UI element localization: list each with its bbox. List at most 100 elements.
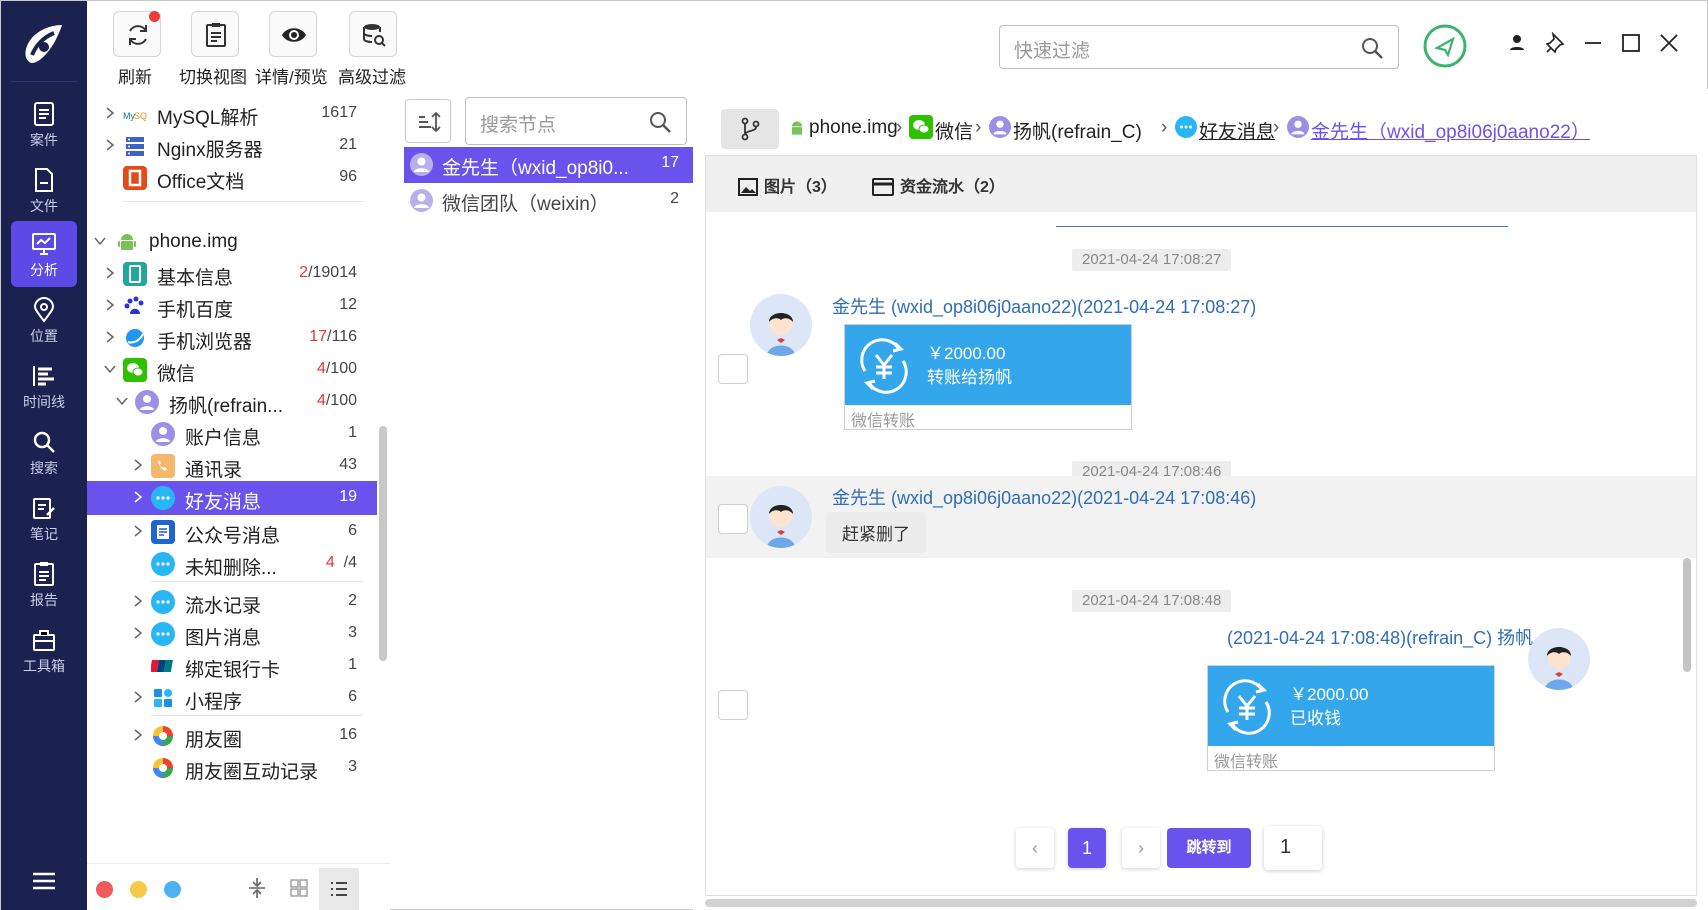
message-sender: (2021-04-24 17:08:48)(refrain_C) 扬帆 [1227,628,1534,648]
rail-label: 工具箱 [23,658,65,674]
close-icon[interactable] [1657,31,1681,55]
jump-to-button[interactable]: 跳转到 [1167,828,1251,868]
wechat-icon [123,358,147,382]
chevron-right-icon[interactable] [103,106,117,120]
contact-item[interactable]: 金先生（wxid_op8i0... 17 [404,147,693,183]
page-number-button[interactable]: 1 [1068,828,1106,868]
yellow-dot-icon[interactable] [130,881,147,898]
list-view-button[interactable] [319,868,359,910]
transfer-card[interactable]: ￥2000.00 已收钱 微信转账 [1207,665,1495,771]
tree-item-image-messages[interactable]: 图片消息 3 [87,617,377,651]
rail-item-toolbox[interactable]: 工具箱 [11,617,77,683]
tree-item-mobile-baidu[interactable]: 手机百度 12 [87,289,377,323]
transfer-card[interactable]: ￥2000.00 转账给扬帆 微信转账 [844,324,1132,430]
tree-item-mobile-browser[interactable]: 手机浏览器 17/116 [87,321,377,355]
breadcrumb-item[interactable]: 微信 [935,117,973,144]
tab-fund-flow[interactable]: 资金流水（2） [872,173,1005,197]
tree-item-official-account-messages[interactable]: 公众号消息 6 [87,515,377,549]
tree-item-unknown-deleted[interactable]: 未知删除... 4 /4 [87,547,377,581]
rail-item-location[interactable]: 位置 [11,287,77,353]
tree-item-mysql[interactable]: MySQL MySQL解析 1617 [87,97,377,131]
breadcrumb-item[interactable]: 扬帆(refrain_C) [1013,117,1142,144]
chevron-right-icon[interactable] [131,490,145,504]
branch-button[interactable] [721,109,779,149]
contact-item[interactable]: 微信团队（weixin） 2 [404,183,693,219]
breadcrumb-item[interactable]: 好友消息 [1199,117,1275,144]
tree-item-office[interactable]: Office文档 96 [87,161,377,195]
chevron-right-icon[interactable] [131,524,145,538]
official-account-icon [151,520,175,544]
content-scrollbar[interactable] [1683,558,1691,672]
tree-item-phone-img[interactable]: phone.img [87,225,377,259]
tree-item-nginx[interactable]: Nginx服务器 21 [87,129,377,163]
rail-item-timeline[interactable]: 时间线 [11,353,77,419]
prev-page-button[interactable]: ‹ [1016,828,1054,868]
tree-item-moments-interactions[interactable]: 朋友圈互动记录 3 [87,751,377,785]
chevron-down-icon[interactable] [103,362,117,376]
blue-dot-icon[interactable] [164,881,181,898]
breadcrumb: phone.img › 微信 › 扬帆(refrain_C) › 好友消息 › … [707,101,1697,149]
chevron-right-icon[interactable] [131,728,145,742]
tree-item-mini-programs[interactable]: 小程序 6 [87,681,377,715]
message-checkbox[interactable] [718,690,748,720]
rail-item-case[interactable]: 案件 [11,91,77,157]
analysis-icon [32,233,56,255]
chevron-right-icon[interactable] [131,458,145,472]
collapse-icon[interactable] [247,876,267,900]
tree-item-contacts[interactable]: 通讯录 43 [87,449,377,483]
message-checkbox[interactable] [718,354,748,384]
tree-item-friend-messages[interactable]: 好友消息 19 [87,481,377,515]
next-page-button[interactable]: › [1122,828,1160,868]
tree-item-transaction-records[interactable]: 流水记录 2 [87,585,377,619]
rail-item-note[interactable]: 笔记 [11,485,77,551]
chevron-right-icon[interactable] [131,626,145,640]
rail-item-analysis[interactable]: 分析 [11,221,77,287]
chevron-right-icon[interactable] [131,594,145,608]
scroll-marker-line [1056,226,1508,227]
chevron-right-icon[interactable] [131,690,145,704]
menu-icon[interactable] [31,871,57,891]
details-preview-button[interactable] [269,11,317,57]
red-dot-icon[interactable] [96,881,113,898]
switch-view-button[interactable] [191,11,239,57]
tree-label: 朋友圈 [185,730,243,751]
quick-filter-input[interactable]: 快速过滤 [999,25,1399,69]
message-checkbox[interactable] [718,504,748,534]
message-row-highlighted[interactable]: 金先生 (wxid_op8i06j0aano22)(2021-04-24 17:… [706,476,1696,558]
chevron-right-icon[interactable] [103,330,117,344]
grid-view-icon[interactable] [289,878,309,898]
breadcrumb-item-current[interactable]: 金先生（wxid_op8i06j0aano22） [1311,117,1590,144]
chevron-right-icon[interactable] [103,266,117,280]
rail-item-report[interactable]: 报告 [11,551,77,617]
tree-item-bound-bank-card[interactable]: 绑定银行卡 1 [87,649,377,683]
maximize-icon[interactable] [1619,31,1643,55]
chevron-down-icon[interactable] [93,234,107,248]
user-icon[interactable] [1505,31,1529,55]
breadcrumb-item[interactable]: phone.img [809,117,898,139]
tab-images[interactable]: 图片（3） [738,173,837,197]
tree-item-wechat[interactable]: 微信 4/100 [87,353,377,387]
minimize-icon[interactable] [1581,31,1605,55]
rail-item-file[interactable]: 文件 [11,157,77,223]
tree-scrollbar[interactable] [379,426,387,661]
text-message-bubble[interactable]: 赶紧删了 [826,512,926,553]
chevron-right-icon[interactable] [103,298,117,312]
chevron-right-icon[interactable] [103,138,117,152]
horizontal-scrollbar[interactable] [705,899,1697,907]
tree-count: 3 [348,758,357,775]
advanced-filter-button[interactable] [349,11,397,57]
sort-button[interactable] [405,99,451,143]
svg-text:SQL: SQL [134,111,147,121]
android-icon [792,121,802,135]
node-search-input[interactable]: 搜索节点 [465,97,687,145]
tree-item-account-info[interactable]: 账户信息 1 [87,417,377,451]
rail-item-search[interactable]: 搜索 [11,419,77,485]
wechat-icon [909,115,933,139]
chevron-down-icon[interactable] [115,394,129,408]
jump-page-input[interactable]: 1 [1264,826,1322,870]
tree-item-account-yangfan[interactable]: 扬帆(refrain... 4/100 [87,385,377,419]
tree-item-moments[interactable]: 朋友圈 16 [87,719,377,753]
pin-icon[interactable] [1544,31,1568,55]
tree-item-basic-info[interactable]: 基本信息 2/19014 [87,257,377,291]
send-icon[interactable] [1422,23,1468,69]
